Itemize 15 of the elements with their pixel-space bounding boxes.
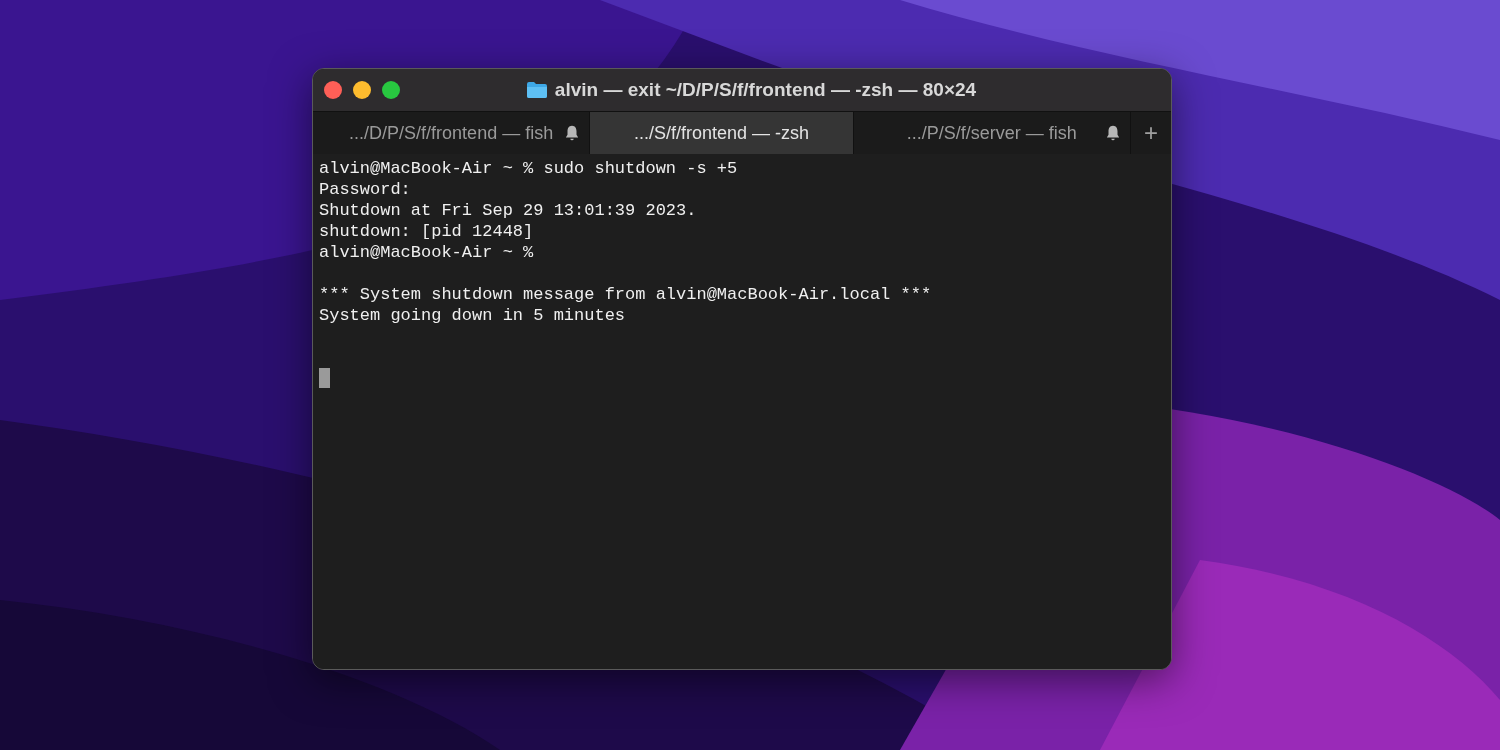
minimize-button[interactable] <box>353 81 371 99</box>
window-title: alvin — exit ~/D/P/S/f/frontend — -zsh — 80×24 <box>554 79 977 101</box>
zoom-button[interactable] <box>382 81 400 99</box>
terminal-line: *** System shutdown message from alvin@MacBook-Air.local *** <box>319 284 933 305</box>
terminal-line: shutdown: [pid 12448] <box>319 221 535 242</box>
terminal-line: alvin@MacBook-Air ~ % <box>319 242 535 263</box>
bell-icon <box>1104 124 1122 142</box>
terminal-line: System going down in 5 minutes <box>319 305 627 326</box>
terminal-line: alvin@MacBook-Air ~ % sudo shutdown -s +5 <box>319 158 739 179</box>
close-button[interactable] <box>324 81 342 99</box>
terminal-line: Password: <box>319 179 412 200</box>
tab[interactable]: .../S/f/frontend — -zsh <box>590 112 854 154</box>
terminal-line: Shutdown at Fri Sep 29 13:01:39 2023. <box>319 200 698 221</box>
folder-icon <box>525 81 548 99</box>
text-cursor <box>319 368 330 388</box>
